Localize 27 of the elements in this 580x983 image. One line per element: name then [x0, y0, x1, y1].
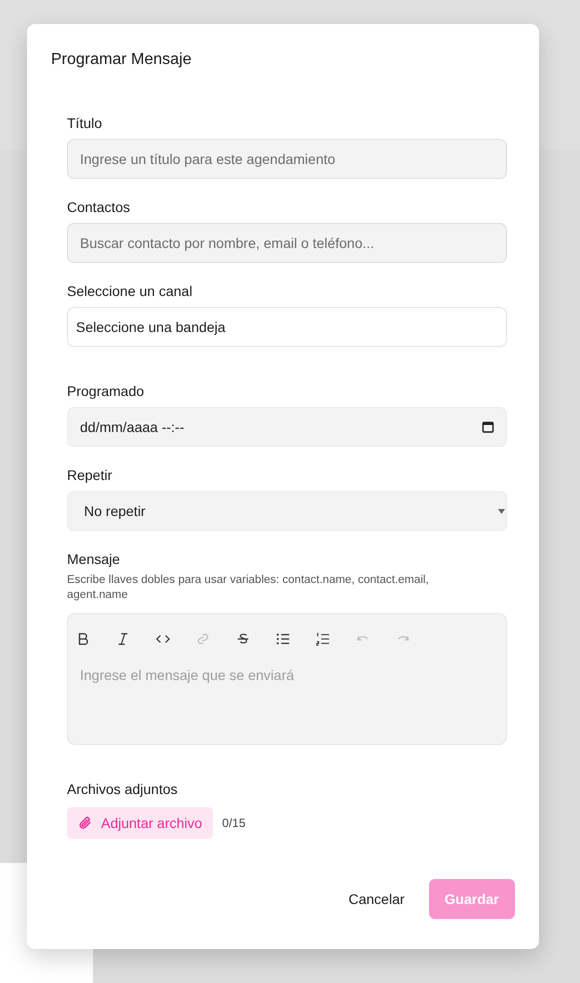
- input-field[interactable]: Ingrese un título para este agendamiento: [67, 139, 507, 179]
- bold-icon[interactable]: [76, 632, 90, 646]
- field-label: Mensaje: [67, 551, 121, 567]
- message-editor[interactable]: Ingrese el mensaje que se enviará: [67, 613, 507, 745]
- field-label: Programado: [67, 383, 146, 399]
- select-field[interactable]: Seleccione una bandeja: [67, 307, 507, 347]
- field-label: Archivos adjuntos: [67, 781, 179, 797]
- field-label: Título: [67, 115, 104, 131]
- field-label: Seleccione un canal: [67, 283, 194, 299]
- input-field[interactable]: Buscar contacto por nombre, email o teléfono...: [67, 223, 507, 263]
- datetime-field[interactable]: dd/mm/aaaa --:--: [67, 407, 507, 447]
- field-label: Repetir: [67, 467, 114, 483]
- strikethrough-icon[interactable]: [236, 632, 250, 646]
- numbered-list-icon[interactable]: [316, 632, 330, 646]
- attachment-count: 0/15: [222, 816, 246, 830]
- dropdown-arrow-icon: [498, 508, 505, 514]
- select-field[interactable]: No repetir: [67, 491, 507, 531]
- attach-file-button[interactable]: Adjuntar archivo: [67, 807, 214, 839]
- field-label: Contactos: [67, 199, 132, 215]
- cancel-button[interactable]: Cancelar: [348, 879, 405, 919]
- dialog-title: Programar Mensaje: [51, 50, 192, 70]
- calendar-icon[interactable]: [482, 421, 494, 433]
- bullet-list-icon[interactable]: [276, 632, 290, 646]
- editor-placeholder: Ingrese el mensaje que se enviará: [80, 667, 294, 683]
- hint-text: Escribe llaves dobles para usar variables: contact.name, contact.email, agent.name: [67, 573, 430, 603]
- italic-icon[interactable]: [116, 632, 130, 646]
- paperclip-icon: [79, 816, 92, 830]
